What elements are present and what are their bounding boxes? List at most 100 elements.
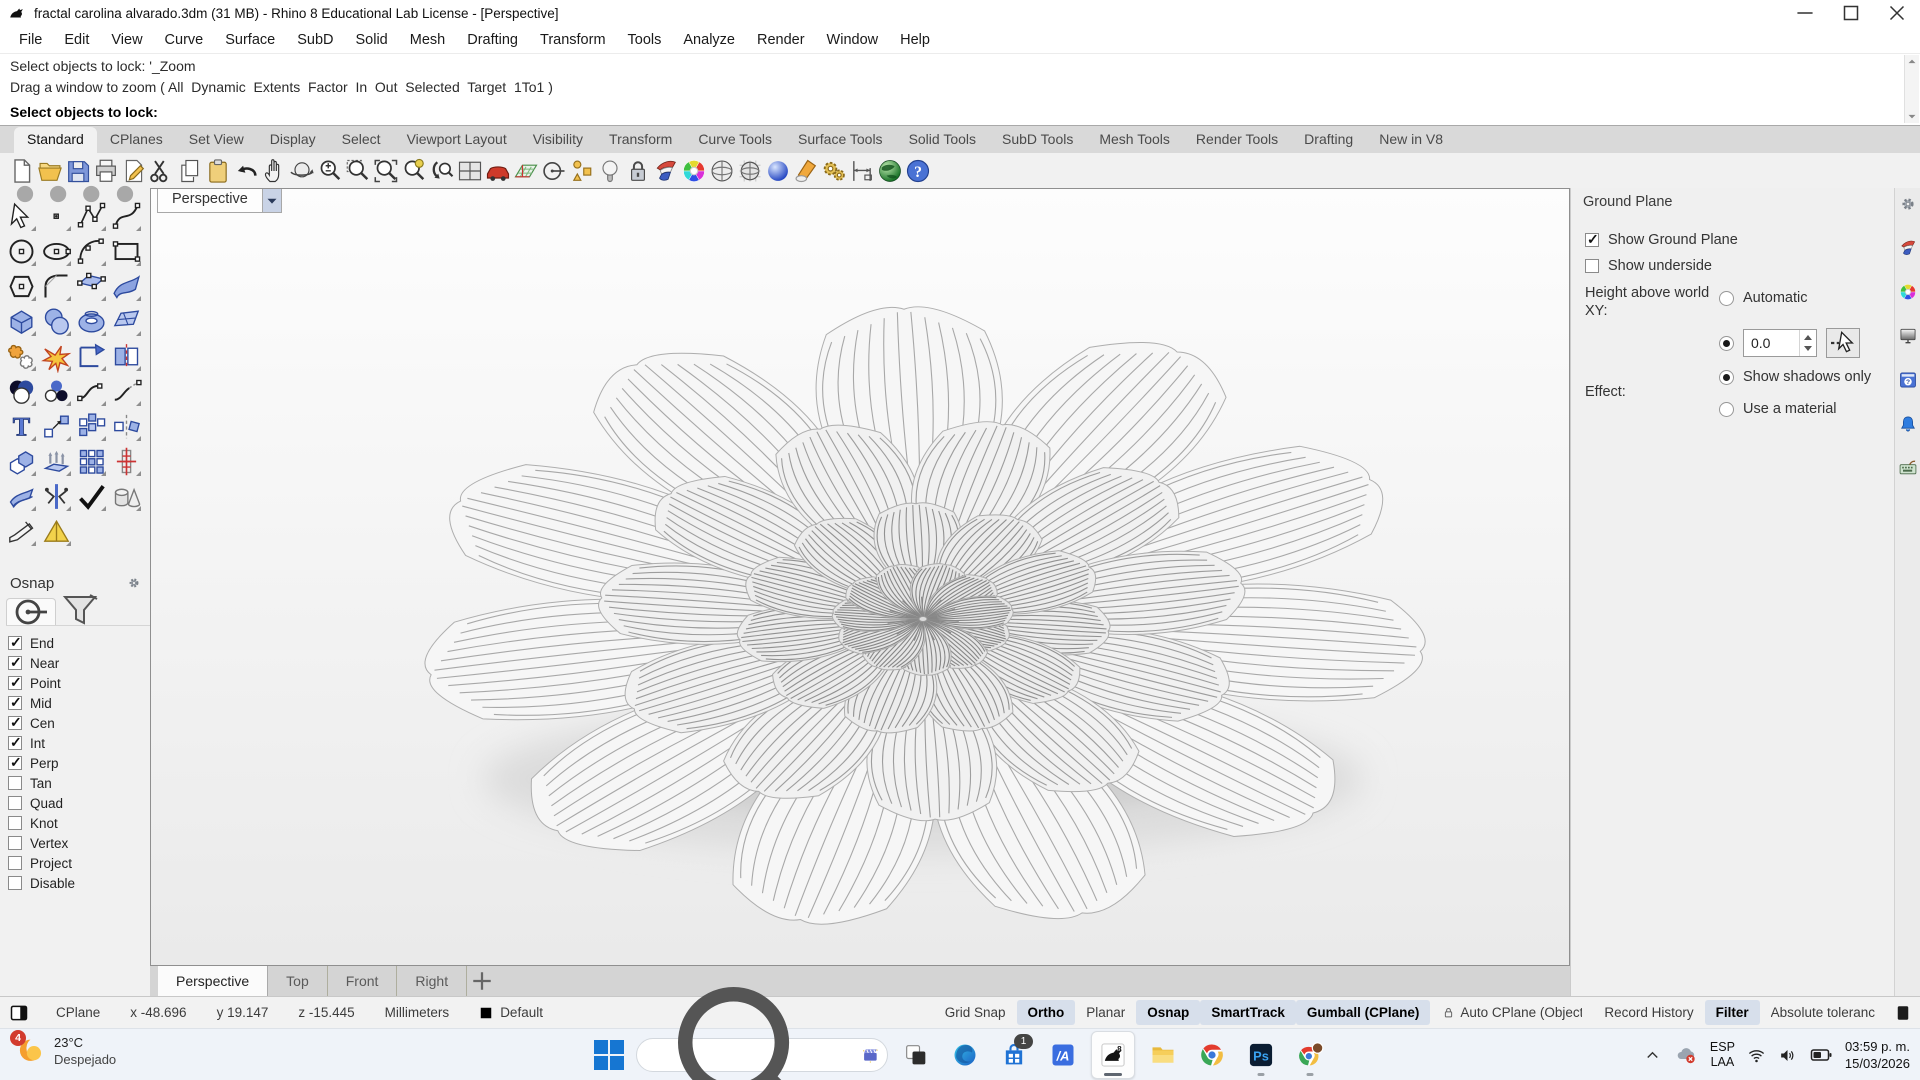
panel-strip-icon[interactable]	[1898, 282, 1918, 302]
toolbar-icon[interactable]	[652, 157, 680, 185]
command-input[interactable]	[164, 103, 1920, 121]
toolbox-icon[interactable]	[75, 480, 108, 513]
toolbar-tab[interactable]: SubD Tools	[989, 127, 1086, 153]
start-button[interactable]	[589, 1035, 629, 1075]
height-value[interactable]: 0.0	[1744, 335, 1799, 351]
toolbox-icon[interactable]	[75, 235, 108, 268]
checkbox[interactable]	[8, 756, 22, 770]
toolbar-icon[interactable]	[428, 157, 456, 185]
panel-strip-icon[interactable]	[1898, 458, 1918, 478]
checkbox[interactable]	[8, 676, 22, 690]
automatic-radio[interactable]	[1719, 291, 1734, 306]
toolbox-icon[interactable]: T	[5, 410, 38, 443]
toolbox-icon[interactable]	[75, 410, 108, 443]
gear-icon[interactable]	[126, 575, 142, 591]
units-label[interactable]: Millimeters	[371, 1005, 464, 1020]
toolbox-drag-handle[interactable]	[0, 188, 150, 200]
toolbox-icon[interactable]	[40, 270, 73, 303]
effect-option[interactable]: Show shadows only	[1719, 368, 1879, 386]
toolbar-icon[interactable]	[820, 157, 848, 185]
panel-strip-icon[interactable]	[1898, 326, 1918, 346]
taskbar-app[interactable]: /A	[1042, 1032, 1084, 1078]
osnap-checkbox-row[interactable]: Project	[8, 853, 150, 873]
search-input[interactable]	[850, 1046, 854, 1064]
status-toggle[interactable]: Gumball (CPlane)	[1296, 1000, 1431, 1025]
clock-widget[interactable]: 03:59 p. m. 15/03/2026	[1845, 1038, 1910, 1072]
show-ground-plane-checkbox[interactable]	[1585, 233, 1599, 247]
radio-button[interactable]	[1719, 370, 1734, 385]
toolbox-icon[interactable]	[110, 305, 143, 338]
checkbox[interactable]	[8, 876, 22, 890]
toolbar-icon[interactable]	[848, 157, 876, 185]
toolbox-icon[interactable]	[5, 305, 38, 338]
status-toggle[interactable]: Osnap	[1136, 1000, 1200, 1025]
toolbox-icon[interactable]	[40, 305, 73, 338]
toolbar-tab[interactable]: Render Tools	[1183, 127, 1291, 153]
menu-item[interactable]: Render	[746, 32, 816, 48]
toolbox-icon[interactable]	[40, 340, 73, 373]
status-toggle[interactable]: Planar	[1075, 1000, 1136, 1025]
toolbox-icon[interactable]	[110, 445, 143, 478]
toolbox-icon[interactable]	[75, 340, 108, 373]
menu-item[interactable]: Mesh	[399, 32, 456, 48]
viewport-menu-button[interactable]	[263, 189, 282, 213]
toolbox-icon[interactable]	[40, 200, 73, 233]
toolbox-icon[interactable]	[110, 200, 143, 233]
menu-item[interactable]: Analyze	[672, 32, 746, 48]
toolbox-icon[interactable]	[5, 270, 38, 303]
toolbar-icon[interactable]	[204, 157, 232, 185]
toolbar-tab[interactable]: Set View	[176, 127, 257, 153]
toolbar-tab[interactable]: Drafting	[1291, 127, 1366, 153]
toolbar-icon[interactable]	[372, 157, 400, 185]
toolbox-icon[interactable]	[5, 340, 38, 373]
toolbox-icon[interactable]	[5, 375, 38, 408]
toolbar-icon[interactable]	[148, 157, 176, 185]
osnap-checkbox-row[interactable]: End	[8, 633, 150, 653]
panel-toggle-icon[interactable]	[1894, 1002, 1912, 1024]
menu-item[interactable]: Solid	[345, 32, 399, 48]
height-spinner[interactable]: 0.0	[1743, 329, 1817, 357]
viewport-tab[interactable]: Front	[328, 966, 398, 996]
osnap-tab[interactable]	[56, 598, 104, 624]
taskbar-app[interactable]	[1191, 1032, 1233, 1078]
toolbar-tab[interactable]: New in V8	[1366, 127, 1456, 153]
toolbar-icon[interactable]	[876, 157, 904, 185]
toolbar-icon[interactable]	[764, 157, 792, 185]
layer-indicator[interactable]: Default	[465, 1005, 557, 1020]
checkbox[interactable]	[8, 816, 22, 830]
status-toggle[interactable]: Auto CPlane (Object)	[1430, 1000, 1593, 1025]
checkbox[interactable]	[8, 636, 22, 650]
menu-item[interactable]: Help	[889, 32, 941, 48]
maximize-button[interactable]	[1828, 0, 1874, 26]
toolbar-tab[interactable]: Curve Tools	[685, 127, 785, 153]
toolbox-icon[interactable]	[40, 410, 73, 443]
osnap-checkbox-row[interactable]: Point	[8, 673, 150, 693]
toolbox-icon[interactable]	[40, 515, 73, 548]
osnap-checkbox-row[interactable]: Vertex	[8, 833, 150, 853]
checkbox[interactable]	[8, 856, 22, 870]
volume-icon[interactable]	[1778, 1046, 1797, 1065]
taskbar-app[interactable]	[895, 1032, 937, 1078]
toolbar-icon[interactable]	[260, 157, 288, 185]
toolbar-icon[interactable]	[680, 157, 708, 185]
menu-item[interactable]: File	[8, 32, 53, 48]
checkbox[interactable]	[8, 796, 22, 810]
toolbar-icon[interactable]	[176, 157, 204, 185]
toolbar-icon[interactable]	[512, 157, 540, 185]
menu-item[interactable]: Window	[816, 32, 890, 48]
menu-item[interactable]: Surface	[214, 32, 286, 48]
toolbar-icon[interactable]	[708, 157, 736, 185]
menu-item[interactable]: Transform	[529, 32, 617, 48]
osnap-checkbox-row[interactable]: Int	[8, 733, 150, 753]
toolbar-icon[interactable]	[792, 157, 820, 185]
toolbox-icon[interactable]	[5, 480, 38, 513]
panel-strip-icon[interactable]	[1898, 414, 1918, 434]
weather-widget[interactable]: 4 23°C Despejado	[12, 1034, 116, 1068]
checkbox[interactable]	[8, 716, 22, 730]
viewport-tab[interactable]: Top	[268, 966, 328, 996]
panel-strip-icon[interactable]: ?	[1898, 370, 1918, 390]
toolbox-icon[interactable]	[75, 200, 108, 233]
osnap-checkbox-row[interactable]: Disable	[8, 873, 150, 893]
toolbox-icon[interactable]	[75, 445, 108, 478]
checkbox[interactable]	[8, 836, 22, 850]
